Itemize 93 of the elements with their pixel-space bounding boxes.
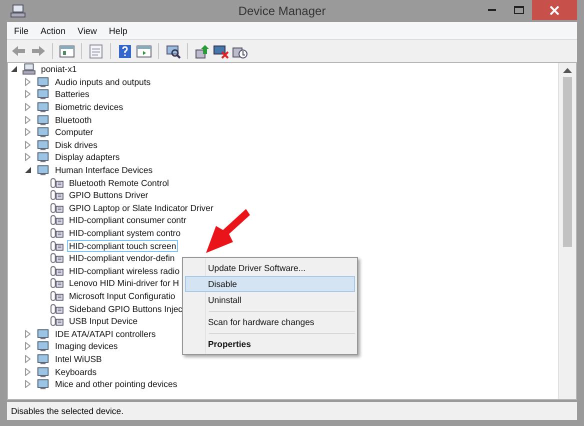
window-title: Device Manager bbox=[237, 4, 327, 18]
input-device-icon bbox=[49, 302, 65, 315]
tree-item[interactable]: Sideband GPIO Buttons Injec bbox=[67, 302, 184, 315]
tree-item[interactable]: Mice and other pointing devices bbox=[53, 378, 180, 390]
menu-item[interactable]: File bbox=[8, 26, 35, 36]
menu-item[interactable]: Action bbox=[34, 26, 72, 36]
collapse-arrow-icon[interactable] bbox=[10, 65, 18, 74]
device-icon bbox=[35, 378, 51, 390]
back-arrow-icon[interactable] bbox=[11, 44, 27, 58]
close-button[interactable] bbox=[532, 0, 577, 20]
menu-item[interactable]: View bbox=[72, 26, 103, 36]
device-icon bbox=[35, 151, 51, 164]
tree-item[interactable]: HID-compliant touch screen bbox=[67, 240, 178, 252]
device-icon bbox=[35, 76, 51, 88]
tree-item[interactable]: Lenovo HID Mini-driver for H bbox=[67, 277, 182, 290]
menu-item[interactable]: Disable bbox=[185, 276, 355, 292]
tree-item[interactable]: HID-compliant wireless radio bbox=[67, 264, 182, 277]
expand-arrow-icon[interactable] bbox=[24, 153, 32, 162]
collapse-arrow-icon[interactable] bbox=[24, 166, 32, 174]
scrollbar-thumb[interactable] bbox=[563, 77, 572, 247]
tree-item[interactable]: HID-compliant consumer contr bbox=[67, 214, 188, 226]
forward-arrow-icon[interactable] bbox=[30, 44, 46, 58]
tree-item[interactable]: Imaging devices bbox=[53, 340, 120, 352]
scroll-up-arrow[interactable] bbox=[563, 67, 572, 73]
tree-item[interactable]: Batteries bbox=[53, 88, 92, 100]
window-run-icon[interactable] bbox=[136, 44, 152, 58]
input-device-icon bbox=[49, 290, 65, 302]
maximize-icon bbox=[514, 6, 524, 14]
tree-item[interactable]: Display adapters bbox=[53, 151, 122, 164]
expand-arrow-icon[interactable] bbox=[24, 116, 32, 124]
tree-item[interactable]: GPIO Buttons Driver bbox=[67, 189, 150, 202]
expand-arrow-icon[interactable] bbox=[24, 368, 32, 376]
tree-item[interactable]: Computer bbox=[53, 126, 96, 138]
tree-item[interactable]: Bluetooth Remote Control bbox=[67, 176, 171, 189]
update-driver-icon[interactable] bbox=[194, 44, 210, 58]
tree-item[interactable]: Bluetooth bbox=[53, 114, 94, 126]
tree-item[interactable]: Biometric devices bbox=[53, 101, 126, 114]
tree-item[interactable]: HID-compliant system contro bbox=[67, 227, 183, 240]
device-icon bbox=[35, 126, 51, 138]
menu-item[interactable]: Update Driver Software... bbox=[185, 260, 355, 276]
tree-item[interactable]: HID-compliant vendor-defin bbox=[67, 252, 177, 264]
menu-item[interactable]: Uninstall bbox=[185, 292, 355, 308]
computer-icon bbox=[10, 4, 26, 18]
tree-item[interactable]: poniat-x1 bbox=[39, 63, 79, 76]
expand-arrow-icon[interactable] bbox=[24, 140, 32, 149]
status-bar: Disables the selected device. bbox=[7, 402, 577, 420]
tree-item[interactable]: USB Input Device bbox=[67, 315, 140, 328]
monitor-search-icon[interactable] bbox=[165, 44, 181, 58]
tree-item[interactable]: Microsoft Input Configuratio bbox=[67, 290, 178, 302]
expand-arrow-icon[interactable] bbox=[24, 78, 32, 86]
input-device-icon bbox=[49, 252, 65, 264]
menu-item[interactable]: Properties bbox=[185, 336, 355, 352]
tree-item[interactable]: Disk drives bbox=[53, 138, 100, 151]
expand-arrow-icon[interactable] bbox=[24, 354, 32, 363]
device-icon bbox=[35, 138, 51, 151]
close-icon bbox=[550, 6, 559, 14]
expand-arrow-icon[interactable] bbox=[24, 380, 32, 388]
expand-arrow-icon[interactable] bbox=[24, 330, 32, 338]
scrollbar[interactable] bbox=[558, 63, 576, 399]
input-device-icon bbox=[49, 202, 65, 214]
properties-sheet-icon[interactable] bbox=[88, 44, 104, 58]
device-icon bbox=[35, 340, 51, 352]
menu-item[interactable]: Scan for hardware changes bbox=[185, 314, 355, 330]
tree-item[interactable]: IDE ATA/ATAPI controllers bbox=[53, 328, 158, 340]
device-icon bbox=[35, 328, 51, 340]
input-device-icon bbox=[49, 176, 65, 189]
expand-arrow-icon[interactable] bbox=[24, 90, 32, 98]
tree-item[interactable]: Audio inputs and outputs bbox=[53, 76, 153, 88]
minimize-icon bbox=[488, 9, 496, 11]
input-device-icon bbox=[49, 189, 65, 202]
disable-device-icon[interactable] bbox=[213, 44, 229, 58]
expand-arrow-icon[interactable] bbox=[24, 128, 32, 136]
menu-item[interactable]: Help bbox=[102, 26, 134, 36]
expand-arrow-icon[interactable] bbox=[24, 342, 32, 350]
tree-item[interactable]: Keyboards bbox=[53, 366, 99, 378]
device-icon bbox=[35, 366, 51, 378]
help-icon[interactable] bbox=[117, 44, 133, 58]
device-icon bbox=[35, 114, 51, 126]
device-icon bbox=[35, 101, 51, 114]
device-icon bbox=[35, 88, 51, 100]
window-panel-icon[interactable] bbox=[59, 44, 75, 58]
device-icon bbox=[35, 352, 51, 365]
expand-arrow-icon[interactable] bbox=[24, 103, 32, 112]
input-device-icon bbox=[49, 214, 65, 226]
input-device-icon bbox=[49, 227, 65, 240]
input-device-icon bbox=[49, 277, 65, 290]
input-device-icon bbox=[49, 264, 65, 277]
tree-item[interactable]: Intel WiUSB bbox=[53, 352, 104, 365]
tree-item[interactable]: GPIO Laptop or Slate Indicator Driver bbox=[67, 202, 216, 214]
input-device-icon bbox=[49, 240, 65, 252]
device-icon bbox=[35, 164, 51, 176]
input-device-icon bbox=[49, 315, 65, 328]
tree-item[interactable]: Human Interface Devices bbox=[53, 164, 155, 176]
